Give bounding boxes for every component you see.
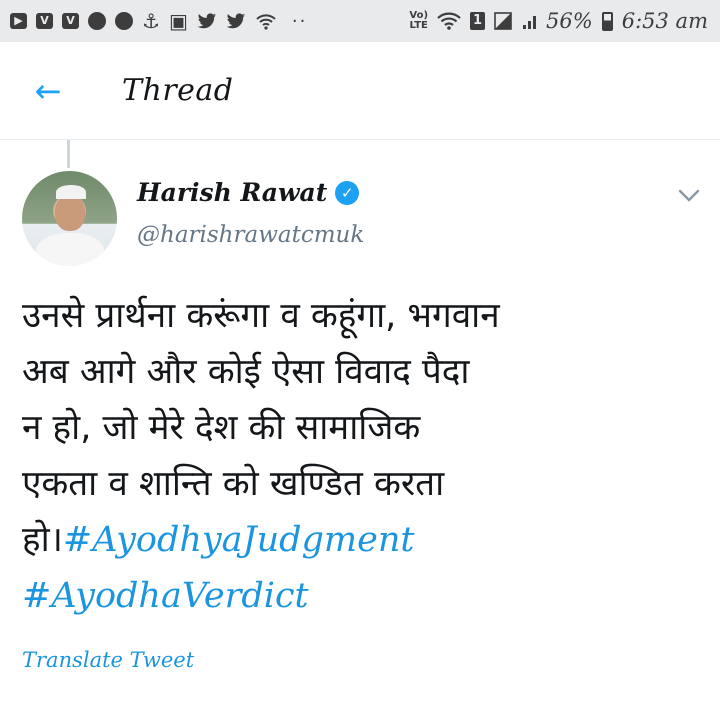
author-handle[interactable]: @harishrawatcmuk: [137, 222, 364, 248]
avatar[interactable]: [22, 171, 117, 266]
chevron-down-icon[interactable]: [674, 182, 704, 212]
back-arrow-icon[interactable]: ←: [18, 61, 78, 121]
translate-tweet-link[interactable]: Translate Tweet: [22, 648, 194, 672]
author-name[interactable]: Harish Rawat: [137, 178, 327, 207]
twitter-icon: [226, 12, 246, 30]
thread-connector-line: [67, 140, 70, 168]
system-status: Vo) LTE 1 56% 6:53 am: [409, 9, 708, 33]
chat-bubble-icon: [115, 12, 133, 30]
more-notifications-icon: ··: [291, 10, 308, 32]
verified-badge-icon: ✓: [335, 180, 360, 205]
notification-icons: ▶ V V ⚓ ▣ ··: [10, 11, 307, 32]
signal-bars-icon: [523, 12, 537, 30]
author-row[interactable]: Harish Rawat ✓: [137, 178, 360, 207]
v-app-icon: V: [36, 13, 53, 29]
status-bar: ▶ V V ⚓ ▣ ·· Vo) LTE 1 56% 6:53 am: [0, 0, 720, 42]
battery-percent: 56%: [546, 9, 593, 33]
hashtag-link[interactable]: #AyodhyaJudgment: [63, 520, 415, 560]
twitter-icon: [197, 12, 217, 30]
app-header: ← Thread: [0, 42, 720, 140]
image-icon: ▣: [168, 9, 188, 33]
hashtag-link[interactable]: #AyodhaVerdict: [22, 576, 309, 616]
tweet-text: उनसे प्रार्थना करूंगा व कहूंगा, भगवान अब…: [22, 288, 702, 624]
clock: 6:53 am: [621, 9, 708, 33]
v-app-icon: V: [62, 13, 79, 29]
page-title: Thread: [122, 73, 234, 108]
battery-icon: [601, 11, 613, 31]
wifi-hotspot-icon: [255, 12, 277, 30]
sim-slot-icon: 1: [470, 12, 486, 30]
wifi-icon: [437, 12, 461, 30]
youtube-icon: ▶: [10, 13, 27, 29]
usb-icon: ⚓: [142, 9, 160, 33]
signal-icon: [494, 12, 514, 30]
chat-bubble-icon: [88, 12, 106, 30]
volte-icon: Vo) LTE: [409, 10, 429, 31]
